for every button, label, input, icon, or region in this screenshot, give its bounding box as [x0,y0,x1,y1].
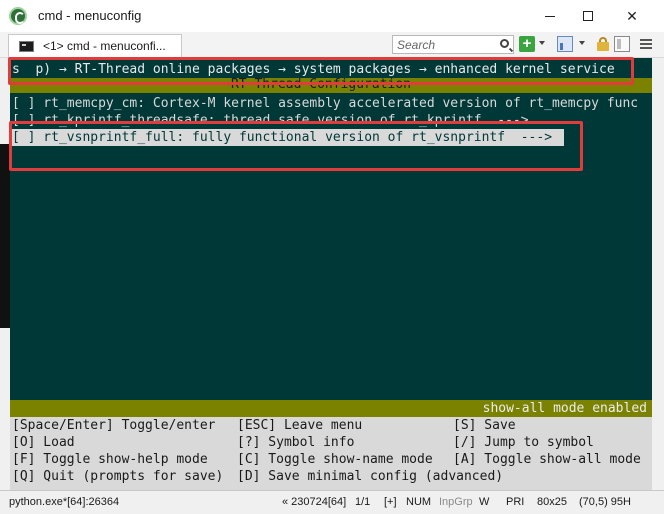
title-bar: cmd - menuconfig ✕ [0,0,664,32]
help-leave-menu: [ESC] Leave menu [237,418,363,433]
hamburger-menu-icon[interactable] [638,36,654,52]
menu-item-rt-memcpy-cm[interactable]: [ ] rt_memcpy_cm: Cortex-M kernel assemb… [12,95,638,112]
minimize-icon [545,15,555,17]
search-icon[interactable] [500,39,509,48]
tab-bar: <1> cmd - menuconfi... + [0,32,664,58]
status-num: NUM [406,496,432,508]
help-quit: [Q] Quit (prompts for save) [12,469,224,484]
status-size: 80x25 [537,496,567,508]
chevron-down-icon[interactable] [539,41,545,45]
tab-cmd-menuconfig[interactable]: <1> cmd - menuconfi... [8,34,182,57]
status-w: W [479,496,490,508]
selected-item-highlight-box [9,121,583,171]
close-button[interactable]: ✕ [610,0,654,32]
terminal-left-shadow [0,144,10,328]
panel-icon[interactable] [614,36,630,52]
status-pri: PRI [506,496,525,508]
help-show-all-mode: [A] Toggle show-all mode [453,452,641,467]
search-box[interactable] [392,35,514,54]
help-toggle-enter: [Space/Enter] Toggle/enter [12,418,216,433]
help-save-minimal: [D] Save minimal config (advanced) [237,469,504,484]
mode-status-text: show-all mode enabled [482,401,647,416]
status-inpgrp: InpGrp [439,496,473,508]
chevron-down-icon[interactable] [579,41,585,45]
status-process: python.exe*[64]:26364 [9,496,120,508]
maximize-button[interactable] [566,0,610,32]
breadcrumb-highlight-box [8,57,634,85]
close-icon: ✕ [626,7,638,24]
console-icon [19,41,34,52]
status-page: 1/1 [355,496,371,508]
help-show-name-mode: [C] Toggle show-name mode [237,452,433,467]
lock-icon[interactable] [596,36,612,52]
status-position: « 230724[64] [282,496,347,508]
help-load: [O] Load [12,435,75,450]
status-cursor: (70,5) 95H [579,496,631,508]
conemu-app-icon[interactable] [9,7,27,25]
window-title: cmd - menuconfig [38,8,142,23]
tab-label: <1> cmd - menuconfi... [43,39,166,53]
search-input[interactable] [393,36,493,54]
view-icon[interactable] [557,36,573,52]
help-symbol-info: [?] Symbol info [237,435,355,450]
new-console-button[interactable]: + [519,36,535,52]
status-plus: [+] [384,496,397,508]
status-bar: python.exe*[64]:26364 « 230724[64] 1/1 [… [0,490,664,514]
help-jump-to-symbol: [/] Jump to symbol [453,435,594,450]
help-save: [S] Save [453,418,516,433]
help-show-help-mode: [F] Toggle show-help mode [12,452,208,467]
terminal-right-border [652,58,664,490]
maximize-icon [583,11,593,21]
